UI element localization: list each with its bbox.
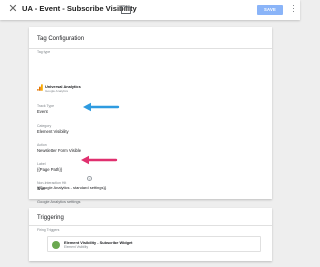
help-icon[interactable]: ? — [87, 176, 92, 181]
triggering-title: Triggering — [37, 215, 64, 221]
tag-type-label: Tag type — [37, 50, 51, 54]
label-field-label: Label — [37, 162, 46, 166]
category-value: Element Visibility — [37, 129, 69, 134]
annotation-arrow-blue — [83, 102, 120, 112]
annotation-arrow-pink — [81, 155, 118, 165]
track-type-value: Event — [37, 109, 48, 114]
action-value: Newsletter Form Visible — [37, 148, 82, 153]
action-label: Action — [37, 143, 47, 147]
save-button[interactable]: SAVE — [257, 5, 283, 15]
triggering-card[interactable]: Triggering Firing Triggers Element Visib… — [29, 208, 272, 261]
label-field-value: {{Page Path}} — [37, 167, 63, 172]
tag-name-title[interactable]: UA - Event - Subscribe Visibility — [22, 4, 137, 13]
trigger-name: Element Visibility - Subscribe Widget — [64, 239, 133, 245]
element-visibility-icon — [52, 240, 60, 249]
firing-triggers-label: Firing Triggers — [37, 228, 60, 232]
ga-settings-label: Google Analytics settings — [37, 199, 81, 204]
top-bar: ✕ UA - Event - Subscribe Visibility SAVE — [0, 0, 300, 20]
close-icon[interactable]: ✕ — [7, 3, 19, 15]
divider — [29, 48, 272, 49]
tag-type-vendor: Google Analytics — [45, 89, 69, 93]
google-analytics-icon — [37, 84, 43, 91]
trigger-item[interactable]: Element Visibility - Subscribe Widget El… — [47, 236, 261, 252]
folder-icon[interactable] — [121, 5, 131, 14]
divider — [29, 225, 272, 226]
tag-configuration-card[interactable]: Tag Configuration Tag type Universal Ana… — [29, 27, 272, 204]
category-label: Category — [37, 124, 52, 128]
trigger-type: Element Visibility — [64, 245, 89, 249]
more-vert-icon[interactable] — [292, 5, 295, 15]
tag-configuration-title: Tag Configuration — [37, 36, 85, 42]
ga-settings-value: {{Google Analytics - standard settings}} — [37, 185, 107, 190]
track-type-label: Track Type — [37, 104, 55, 108]
